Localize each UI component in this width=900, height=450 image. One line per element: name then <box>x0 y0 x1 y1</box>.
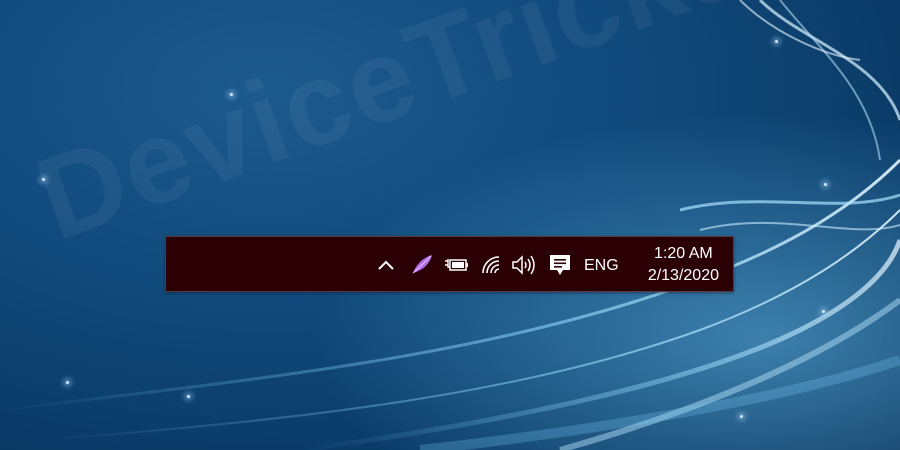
chevron-up-icon[interactable] <box>376 255 396 275</box>
input-language-indicator[interactable]: ENG <box>584 257 619 275</box>
battery-charging-icon[interactable] <box>444 255 470 275</box>
sparkle <box>187 395 190 398</box>
feather-app-icon[interactable] <box>410 253 434 275</box>
sparkle <box>775 40 778 43</box>
clock-date: 2/13/2020 <box>647 267 719 284</box>
clock-time: 1:20 AM <box>654 245 713 262</box>
volume-icon[interactable] <box>511 254 537 276</box>
sparkle <box>824 183 827 186</box>
sparkle <box>740 415 743 418</box>
sparkle <box>66 381 69 384</box>
sparkle <box>822 310 825 313</box>
taskbar-clock[interactable]: 1:20 AM 2/13/2020 <box>648 243 719 287</box>
taskbar-system-tray: ENG 1:20 AM 2/13/2020 <box>165 236 734 292</box>
wifi-icon[interactable] <box>480 254 504 276</box>
notification-icon[interactable] <box>548 253 572 277</box>
desktop-background: DeviceTricks <box>0 0 900 450</box>
